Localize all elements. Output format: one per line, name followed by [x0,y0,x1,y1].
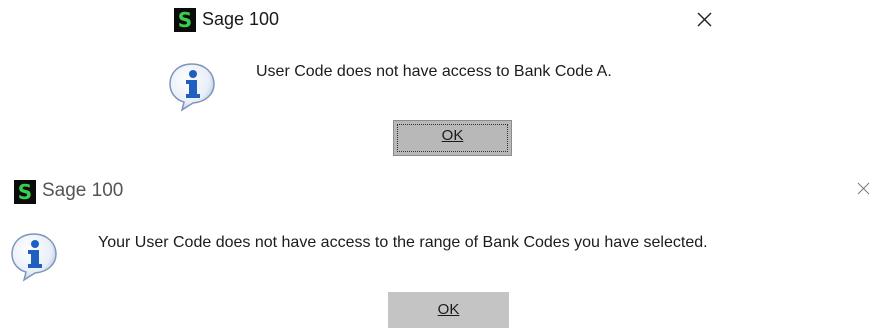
close-icon[interactable] [857,182,870,204]
dialog-message: Your User Code does not have access to t… [98,234,708,251]
sage-logo-icon: S [174,8,196,32]
title-bar[interactable]: S Sage 100 [0,170,870,208]
title-bar[interactable]: S Sage 100 [0,0,870,38]
ok-button-label: OK [441,127,464,144]
close-icon[interactable] [694,9,716,31]
info-icon [8,230,60,282]
ok-button[interactable]: OK [393,120,512,156]
ok-button-label: OK [437,301,460,318]
message-dialog-2: S Sage 100 Your User Code does not have … [0,170,870,331]
ok-button[interactable]: OK [388,292,509,328]
window-title: Sage 100 [42,180,124,201]
dialog-message: User Code does not have access to Bank C… [256,63,612,80]
sage-logo-icon: S [14,180,36,204]
message-dialog-1: S Sage 100 User Code does not have acces… [0,0,870,163]
info-icon [166,60,218,112]
window-title: Sage 100 [202,9,280,29]
